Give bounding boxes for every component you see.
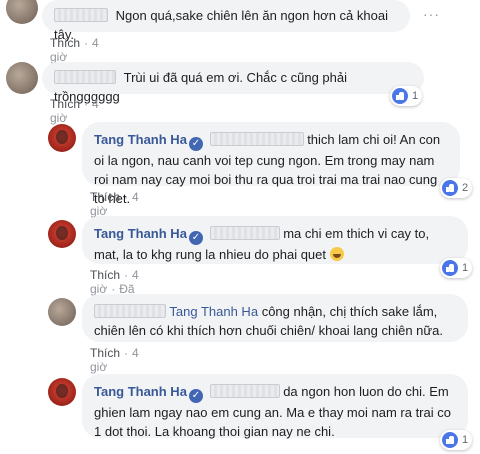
comment-bubble: Tang Thanh Ha công nhận, chị thích sake … [82, 294, 468, 342]
comment-bubble: Tang Thanh Ha ✓ da ngon hon luon do chi. … [82, 374, 468, 439]
redacted-name [209, 132, 304, 146]
redacted-name [54, 8, 108, 22]
redacted-name [94, 304, 166, 318]
more-options-icon[interactable]: ··· [423, 6, 440, 22]
avatar[interactable] [48, 124, 76, 152]
verified-badge-icon: ✓ [188, 231, 203, 245]
redacted-name [54, 70, 116, 84]
comment-bubble: Trùi ui đã quá em ơi. Chắc c cũng phải t… [42, 62, 424, 104]
avatar[interactable] [48, 220, 76, 248]
avatar[interactable] [6, 0, 38, 24]
laughing-emoji-icon [329, 247, 344, 261]
comment-bubble: Tang Thanh Ha ✓ ma chi em thich vi cay to… [82, 216, 468, 264]
avatar[interactable] [48, 378, 76, 406]
redacted-name [209, 226, 280, 240]
comment-bubble: Ngon quá,sake chiên lên ăn ngon hơn cả k… [42, 0, 410, 42]
tagged-name[interactable]: Tang Thanh Ha [169, 304, 258, 319]
reaction-number: 2 [462, 182, 469, 194]
like-link[interactable]: Thích [90, 346, 120, 360]
author-name[interactable]: Tang Thanh Ha [94, 132, 187, 147]
redacted-name [209, 384, 280, 398]
comment-actions: Thích · 4 giờ [90, 190, 139, 218]
verified-badge-icon: ✓ [188, 389, 203, 403]
like-link[interactable]: Thích [90, 190, 120, 204]
like-link[interactable]: Thích [50, 36, 80, 50]
reaction-count[interactable]: 2 [440, 178, 473, 198]
reaction-count[interactable]: 1 [440, 430, 473, 450]
like-link[interactable]: Thích [90, 268, 120, 282]
author-name[interactable]: Tang Thanh Ha [94, 384, 187, 399]
author-name[interactable]: Tang Thanh Ha [94, 226, 187, 241]
reaction-number: 1 [412, 90, 419, 102]
like-reaction-icon [442, 180, 458, 196]
like-reaction-icon [442, 260, 458, 276]
comment-bubble: Tang Thanh Ha ✓ thich lam chi oi! An con … [82, 122, 460, 206]
comment-actions: Thích · 4 giờ [50, 36, 99, 64]
like-reaction-icon [442, 432, 458, 448]
reaction-number: 1 [462, 262, 469, 274]
avatar[interactable] [6, 62, 38, 94]
like-reaction-icon [392, 88, 408, 104]
comment-actions: Thích · 4 giờ [50, 97, 99, 125]
reaction-count[interactable]: 1 [390, 86, 423, 106]
comment-actions: Thích · 4 giờ [90, 346, 139, 374]
like-link[interactable]: Thích [50, 97, 80, 111]
reaction-number: 1 [462, 434, 469, 446]
reaction-count[interactable]: 1 [440, 258, 473, 278]
avatar[interactable] [48, 298, 76, 326]
verified-badge-icon: ✓ [188, 137, 203, 151]
